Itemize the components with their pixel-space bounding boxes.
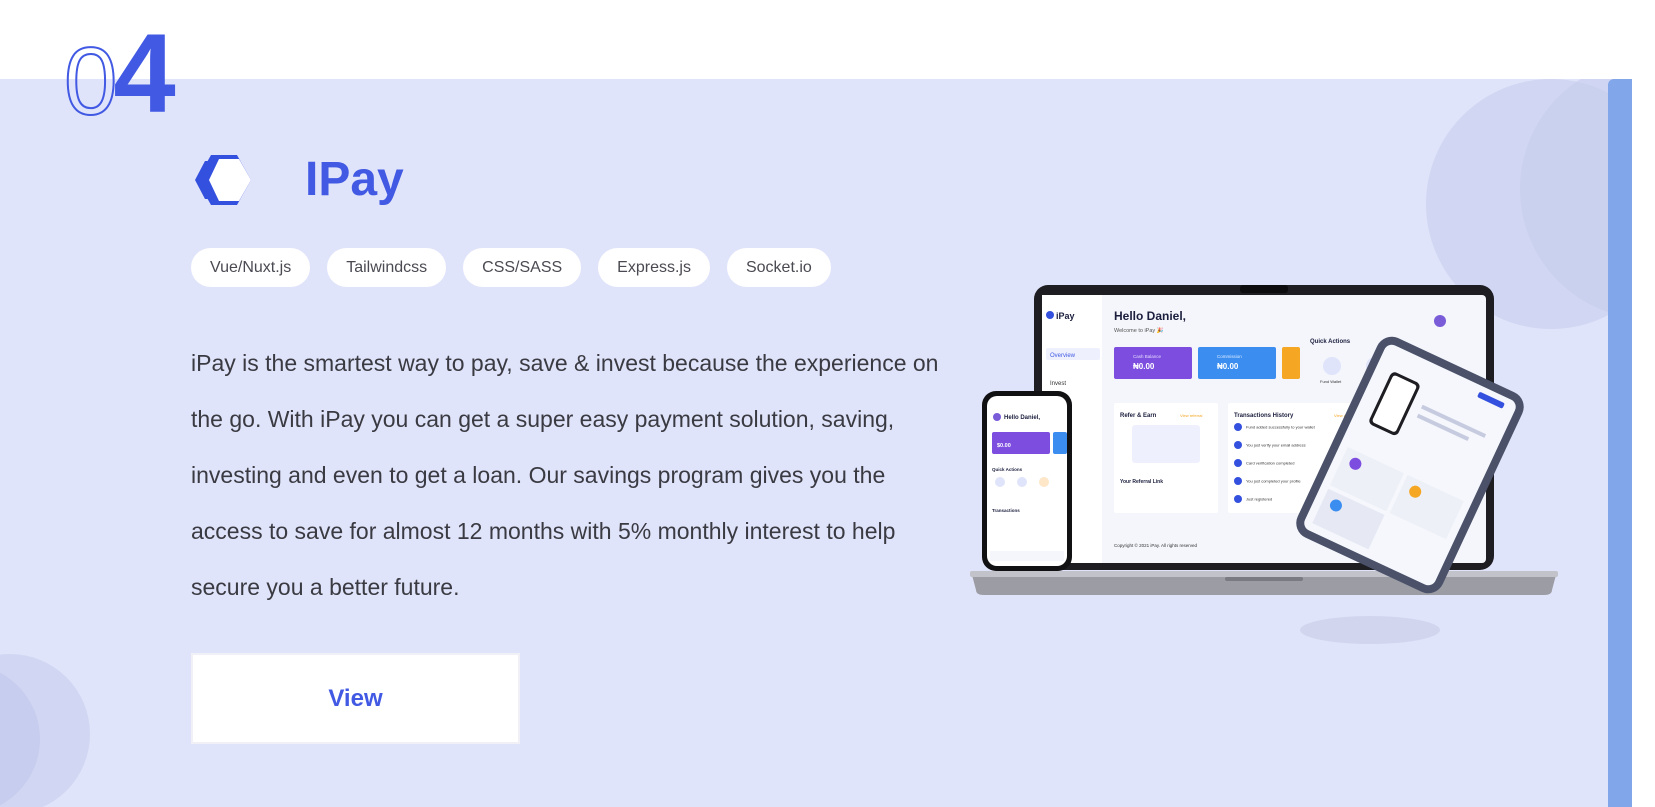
tech-tag: Socket.io	[726, 248, 831, 287]
phone-avatar	[993, 413, 1001, 421]
device-mockup-image: iPay Overview Invest Hello Daniel, Welco…	[970, 285, 1558, 644]
transactions-title: Transactions History	[1234, 413, 1294, 419]
transaction-item: Just registered	[1246, 497, 1272, 502]
ipay-logo-icon	[195, 154, 251, 205]
laptop-groove	[1225, 577, 1303, 581]
side-scroll-bar[interactable]	[1608, 79, 1632, 807]
phone-quick-actions: Quick Actions	[992, 467, 1023, 472]
dash-nav-invest: Invest	[1050, 381, 1066, 387]
transaction-item: Fund added successfully to your wallet	[1246, 425, 1316, 430]
transaction-icon	[1234, 423, 1242, 431]
transaction-icon	[1234, 441, 1242, 449]
cash-balance-value: ₦0.00	[1133, 362, 1155, 371]
refer-illustration	[1132, 425, 1200, 463]
tech-tag: Tailwindcss	[327, 248, 447, 287]
dash-copyright: Copyright © 2021 iPay. All rights reserv…	[1114, 542, 1198, 548]
laptop-notch	[1240, 285, 1288, 293]
dash-avatar	[1434, 315, 1446, 327]
tech-tag: Express.js	[598, 248, 710, 287]
third-card	[1282, 347, 1300, 379]
refer-title: Refer & Earn	[1120, 413, 1157, 419]
laptop-hinge	[970, 571, 1558, 577]
qa-fund-label: Fund Wallet	[1320, 379, 1342, 384]
project-index: 0 4	[63, 11, 176, 136]
referral-link-label: Your Referral Link	[1120, 479, 1163, 485]
dash-logo-icon	[1046, 311, 1054, 319]
project-description: iPay is the smartest way to pay, save & …	[191, 350, 939, 600]
transaction-icon	[1234, 495, 1242, 503]
quick-actions-title: Quick Actions	[1310, 339, 1351, 345]
dash-brand: iPay	[1056, 311, 1075, 321]
phone-balance: $0.00	[997, 443, 1011, 449]
transaction-icon	[1234, 459, 1242, 467]
phone-qa-icon	[1017, 477, 1027, 487]
phone-qa-icon	[1039, 477, 1049, 487]
dash-nav-overview: Overview	[1050, 353, 1076, 359]
project-index-outline: 0	[63, 28, 118, 135]
project-header: IPay	[191, 152, 404, 207]
dash-greeting: Hello Daniel,	[1114, 309, 1186, 323]
cash-balance-label: Cash Balance	[1133, 354, 1162, 359]
dash-welcome: Welcome to iPay 🎉	[1114, 327, 1164, 334]
phone-transactions: Transactions	[992, 508, 1020, 513]
tech-tag: CSS/SASS	[463, 248, 582, 287]
commission-label: Commission	[1217, 354, 1242, 359]
phone-commission-card	[1053, 432, 1067, 454]
transaction-item: You just completed your profile	[1246, 479, 1301, 484]
commission-value: ₦0.00	[1217, 362, 1239, 371]
transaction-icon	[1234, 477, 1242, 485]
fund-wallet-icon	[1323, 357, 1341, 375]
transaction-item: You just verify your email address	[1246, 443, 1306, 448]
refer-link: View referral	[1180, 413, 1202, 418]
tech-tags: Vue/Nuxt.js Tailwindcss CSS/SASS Express…	[191, 248, 831, 287]
phone-tabbar	[990, 551, 1064, 561]
tech-tag: Vue/Nuxt.js	[191, 248, 311, 287]
tablet-shadow	[1300, 616, 1440, 644]
view-button[interactable]: View	[191, 653, 520, 744]
project-title: IPay	[305, 153, 404, 206]
transaction-item: Card verification completed	[1246, 461, 1294, 466]
phone-qa-icon	[995, 477, 1005, 487]
project-index-solid: 4	[113, 11, 176, 136]
project-showcase: 0 4 IPay Vue/Nuxt.js Tailwindcss CSS/SAS…	[0, 0, 1655, 807]
phone-greeting: Hello Daniel,	[1004, 415, 1040, 421]
